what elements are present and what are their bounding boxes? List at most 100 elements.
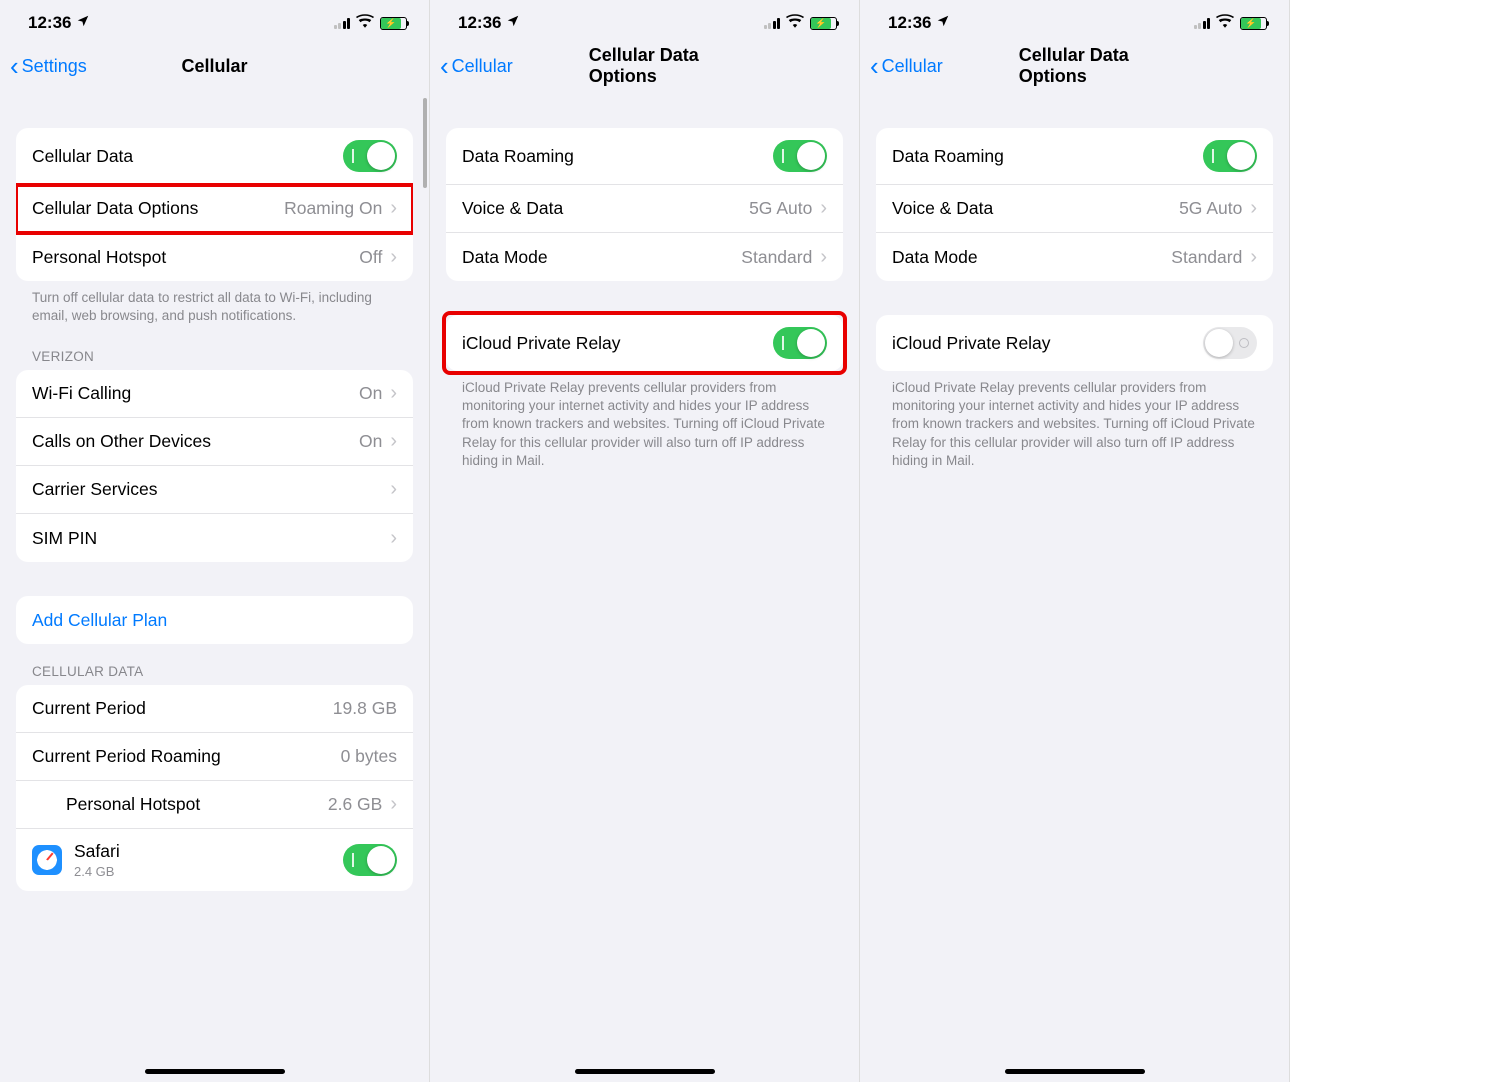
wifi-calling-row[interactable]: Wi-Fi Calling On ›: [16, 370, 413, 418]
data-mode-detail: Standard: [741, 247, 812, 268]
cellular-data-toggle[interactable]: [343, 140, 397, 172]
personal-hotspot-row[interactable]: Personal Hotspot Off ›: [16, 233, 413, 281]
data-mode-label: Data Mode: [892, 247, 978, 268]
voice-data-label: Voice & Data: [462, 198, 563, 219]
data-roaming-label: Data Roaming: [892, 146, 1004, 167]
data-options-group: Data Roaming Voice & Data 5G Auto › Data…: [876, 128, 1273, 281]
cellular-data-header: CELLULAR DATA: [16, 644, 413, 685]
roaming-label: Current Period Roaming: [32, 746, 221, 767]
carrier-group: Wi-Fi Calling On › Calls on Other Device…: [16, 370, 413, 562]
nav-header: ‹ Cellular Cellular Data Options: [860, 42, 1289, 94]
add-cellular-plan-row[interactable]: Add Cellular Plan: [16, 596, 413, 644]
calls-other-label: Calls on Other Devices: [32, 431, 211, 452]
current-period-roaming-row: Current Period Roaming 0 bytes: [16, 733, 413, 781]
wifi-icon: [786, 14, 804, 32]
voice-data-row[interactable]: Voice & Data 5G Auto ›: [876, 185, 1273, 233]
data-mode-row[interactable]: Data Mode Standard ›: [876, 233, 1273, 281]
cellular-data-options-detail: Roaming On: [284, 198, 382, 219]
screen-data-options-off: 12:36 ⚡ ‹ Cellular Cellular Data Options: [860, 0, 1290, 1082]
voice-data-label: Voice & Data: [892, 198, 993, 219]
calls-other-row[interactable]: Calls on Other Devices On ›: [16, 418, 413, 466]
home-indicator[interactable]: [575, 1069, 715, 1074]
private-relay-row[interactable]: iCloud Private Relay: [876, 315, 1273, 371]
back-label: Cellular: [882, 56, 943, 77]
add-plan-group: Add Cellular Plan: [16, 596, 413, 644]
safari-toggle[interactable]: [343, 844, 397, 876]
wifi-calling-label: Wi-Fi Calling: [32, 383, 131, 404]
wifi-icon: [1216, 14, 1234, 32]
page-title: Cellular Data Options: [589, 45, 769, 87]
chevron-right-icon: ›: [390, 793, 397, 816]
current-period-value: 19.8 GB: [333, 698, 397, 719]
back-button[interactable]: ‹ Settings: [10, 53, 87, 79]
location-icon: [936, 14, 950, 32]
data-mode-label: Data Mode: [462, 247, 548, 268]
private-relay-label: iCloud Private Relay: [892, 333, 1051, 354]
data-roaming-label: Data Roaming: [462, 146, 574, 167]
private-relay-group: iCloud Private Relay: [876, 315, 1273, 371]
data-mode-detail: Standard: [1171, 247, 1242, 268]
hotspot-usage-row[interactable]: Personal Hotspot 2.6 GB ›: [16, 781, 413, 829]
safari-usage-row[interactable]: Safari 2.4 GB: [16, 829, 413, 891]
chevron-right-icon: ›: [390, 478, 397, 501]
calls-other-detail: On: [359, 431, 382, 452]
current-period-row: Current Period 19.8 GB: [16, 685, 413, 733]
status-bar: 12:36 ⚡: [860, 0, 1289, 42]
add-cellular-plan-label: Add Cellular Plan: [32, 610, 167, 631]
screen-data-options-on: 12:36 ⚡ ‹ Cellular Cellular Data Options: [430, 0, 860, 1082]
private-relay-row[interactable]: iCloud Private Relay: [446, 315, 843, 371]
chevron-right-icon: ›: [390, 246, 397, 269]
private-relay-label: iCloud Private Relay: [462, 333, 621, 354]
page-title: Cellular: [181, 56, 247, 77]
nav-header: ‹ Cellular Cellular Data Options: [430, 42, 859, 94]
voice-data-row[interactable]: Voice & Data 5G Auto ›: [446, 185, 843, 233]
scroll-indicator[interactable]: [423, 98, 427, 188]
chevron-left-icon: ‹: [10, 53, 19, 79]
wifi-icon: [356, 14, 374, 32]
private-relay-toggle[interactable]: [1203, 327, 1257, 359]
safari-label: Safari: [74, 841, 120, 862]
cellular-signal-icon: [764, 17, 781, 29]
personal-hotspot-detail: Off: [359, 247, 382, 268]
data-roaming-row[interactable]: Data Roaming: [446, 128, 843, 185]
data-roaming-toggle[interactable]: [1203, 140, 1257, 172]
voice-data-detail: 5G Auto: [1179, 198, 1242, 219]
status-bar: 12:36 ⚡: [0, 0, 429, 42]
chevron-right-icon: ›: [1250, 246, 1257, 269]
data-mode-row[interactable]: Data Mode Standard ›: [446, 233, 843, 281]
chevron-right-icon: ›: [820, 197, 827, 220]
back-label: Settings: [22, 56, 87, 77]
home-indicator[interactable]: [1005, 1069, 1145, 1074]
status-time: 12:36: [458, 13, 501, 33]
usage-group: Current Period 19.8 GB Current Period Ro…: [16, 685, 413, 891]
private-relay-toggle[interactable]: [773, 327, 827, 359]
private-relay-footer: iCloud Private Relay prevents cellular p…: [446, 371, 843, 474]
data-roaming-row[interactable]: Data Roaming: [876, 128, 1273, 185]
data-roaming-toggle[interactable]: [773, 140, 827, 172]
cellular-signal-icon: [1194, 17, 1211, 29]
screen-cellular: 12:36 ⚡ ‹ Settings Cellular C: [0, 0, 430, 1082]
page-title: Cellular Data Options: [1019, 45, 1199, 87]
sim-pin-row[interactable]: SIM PIN ›: [16, 514, 413, 562]
data-options-group: Data Roaming Voice & Data 5G Auto › Data…: [446, 128, 843, 281]
status-bar: 12:36 ⚡: [430, 0, 859, 42]
home-indicator[interactable]: [145, 1069, 285, 1074]
back-button[interactable]: ‹ Cellular: [870, 53, 943, 79]
private-relay-highlight: iCloud Private Relay: [446, 315, 843, 371]
back-label: Cellular: [452, 56, 513, 77]
chevron-right-icon: ›: [390, 197, 397, 220]
back-button[interactable]: ‹ Cellular: [440, 53, 513, 79]
location-icon: [76, 14, 90, 32]
chevron-right-icon: ›: [390, 527, 397, 550]
location-icon: [506, 14, 520, 32]
hotspot-usage-label: Personal Hotspot: [66, 794, 200, 815]
cellular-signal-icon: [334, 17, 351, 29]
cellular-main-group: Cellular Data Cellular Data Options Roam…: [16, 128, 413, 281]
chevron-right-icon: ›: [390, 430, 397, 453]
cellular-data-row[interactable]: Cellular Data: [16, 128, 413, 185]
private-relay-group: iCloud Private Relay: [446, 315, 843, 371]
safari-icon: [32, 845, 62, 875]
carrier-services-row[interactable]: Carrier Services ›: [16, 466, 413, 514]
cellular-data-options-row[interactable]: Cellular Data Options Roaming On ›: [16, 185, 413, 233]
cellular-footer-text: Turn off cellular data to restrict all d…: [16, 281, 413, 329]
